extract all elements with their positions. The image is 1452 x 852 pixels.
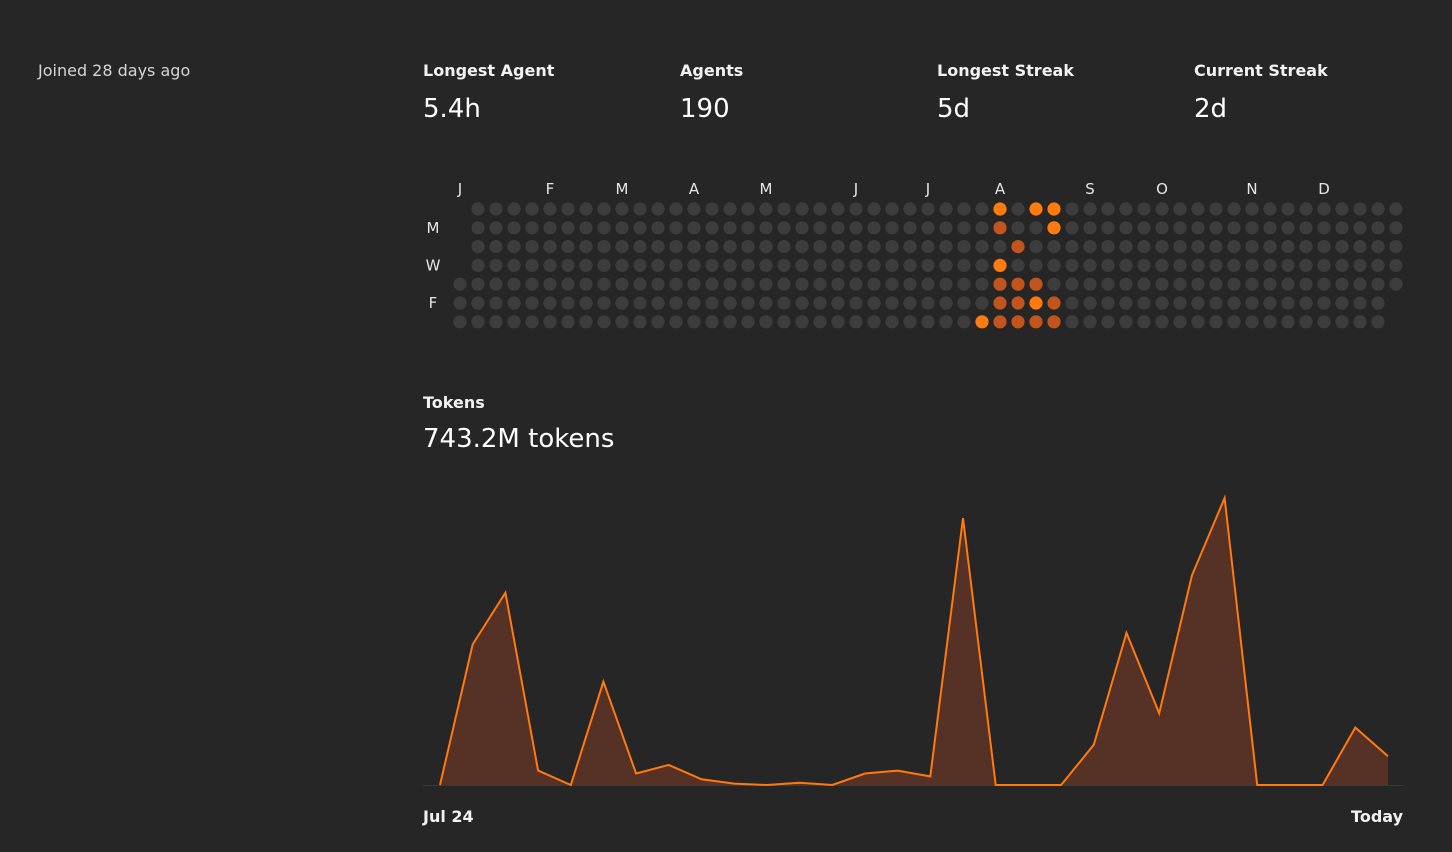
x-axis-start-label: Jul 24 <box>423 807 474 826</box>
x-axis-end-label: Today <box>1351 807 1403 826</box>
tokens-area-fill <box>440 498 1388 785</box>
tokens-area-chart <box>423 494 1403 787</box>
profile-stats-page: Joined 28 days ago Longest Agent 5.4h Ag… <box>0 0 1452 852</box>
